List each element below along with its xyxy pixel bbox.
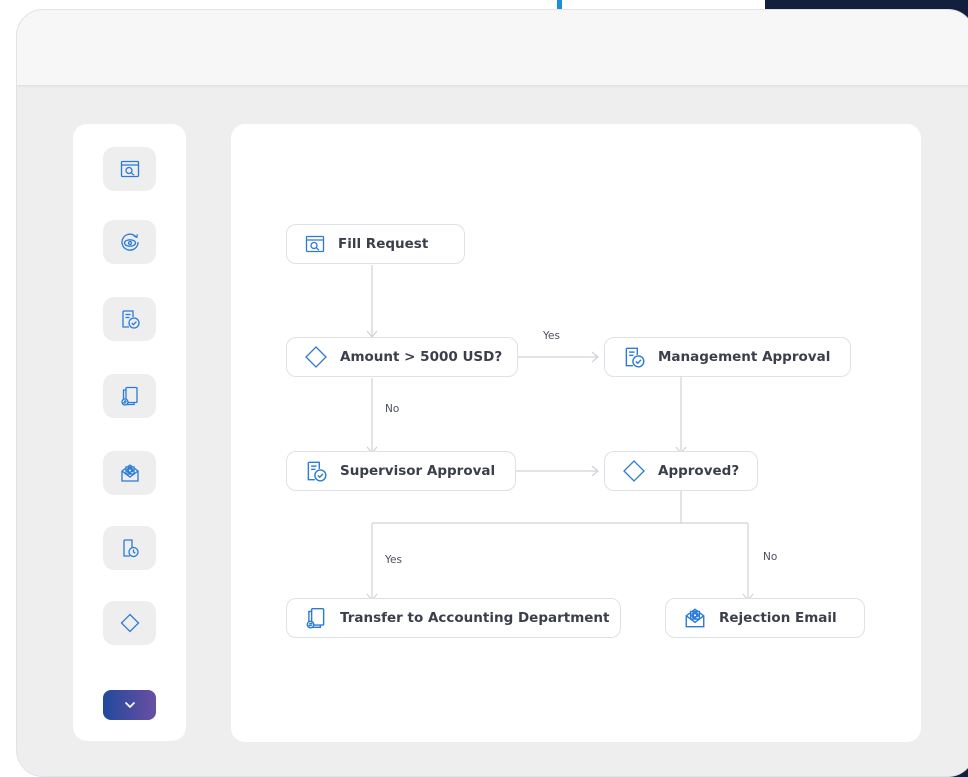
transfer-icon	[120, 386, 138, 406]
tool-approval[interactable]	[103, 297, 156, 341]
edge-label-amount-no: No	[385, 403, 400, 415]
decision-icon	[120, 613, 139, 633]
node-label: Transfer to Accounting Department	[340, 610, 610, 626]
decision-icon	[622, 459, 646, 483]
tool-process[interactable]	[103, 220, 156, 264]
node-label: Fill Request	[338, 236, 429, 252]
toolbox-sidebar	[73, 124, 186, 741]
node-amount-check[interactable]: Amount > 5000 USD?	[286, 337, 518, 377]
accent-strip	[557, 0, 562, 10]
form-icon	[120, 160, 139, 178]
edge-label-amount-yes: Yes	[543, 330, 560, 342]
email-icon	[120, 464, 139, 482]
edge-label-approved-yes: Yes	[385, 554, 402, 566]
process-icon	[120, 233, 139, 251]
approval-icon	[622, 345, 646, 369]
tool-form[interactable]	[103, 147, 156, 191]
node-label: Management Approval	[658, 349, 831, 365]
tool-timer[interactable]	[103, 526, 156, 570]
node-label: Amount > 5000 USD?	[340, 349, 503, 365]
approval-icon	[304, 459, 328, 483]
flow-connectors	[366, 265, 754, 601]
timer-icon	[122, 539, 139, 558]
tool-transfer[interactable]	[103, 374, 156, 418]
node-label: Approved?	[658, 463, 740, 479]
node-supervisor-approval[interactable]: Supervisor Approval	[286, 451, 516, 491]
expand-toolbox-button[interactable]	[103, 690, 156, 720]
node-approved-check[interactable]: Approved?	[604, 451, 758, 491]
email-icon	[683, 606, 707, 630]
form-icon	[304, 233, 326, 255]
node-management-approval[interactable]: Management Approval	[604, 337, 851, 377]
node-transfer-accounting[interactable]: Transfer to Accounting Department	[286, 598, 621, 638]
flow-canvas: Yes No Yes No Fill Request Amount > 5000…	[231, 124, 921, 742]
node-fill-request[interactable]: Fill Request	[286, 224, 465, 264]
tool-email[interactable]	[103, 451, 156, 495]
chevron-down-icon	[124, 702, 135, 708]
app-window: Yes No Yes No Fill Request Amount > 5000…	[17, 10, 968, 776]
approval-icon	[121, 310, 140, 329]
tool-decision[interactable]	[103, 601, 156, 645]
transfer-icon	[304, 605, 328, 631]
node-label: Supervisor Approval	[340, 463, 496, 479]
node-label: Rejection Email	[719, 610, 837, 626]
top-bar	[17, 10, 968, 85]
decision-icon	[304, 345, 328, 369]
edge-label-approved-no: No	[763, 551, 778, 563]
node-rejection-email[interactable]: Rejection Email	[665, 598, 865, 638]
